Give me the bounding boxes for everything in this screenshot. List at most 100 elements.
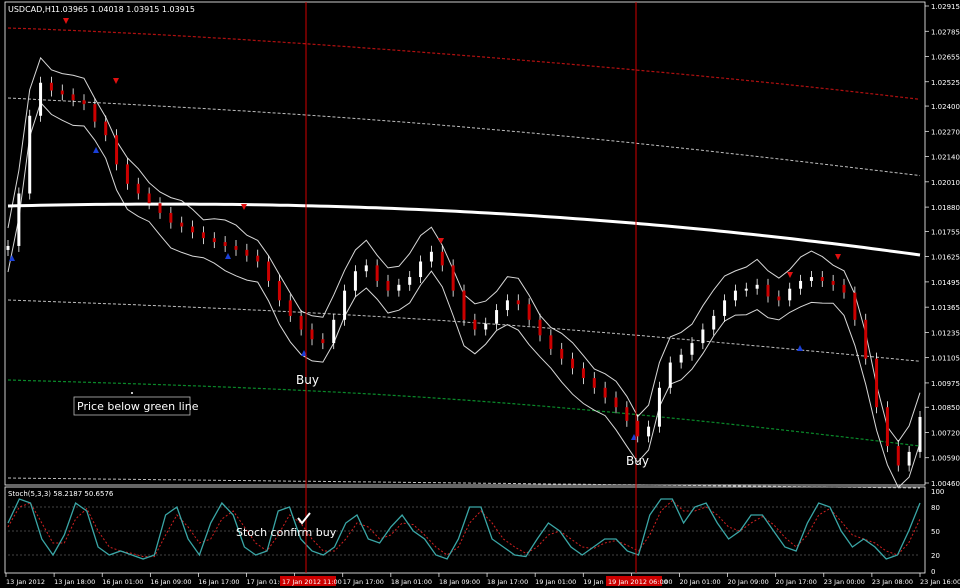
candle-body (49, 82, 53, 91)
price-tick-label: 1.00850 (931, 404, 960, 412)
buy-label-1: Buy (296, 373, 319, 387)
time-tick-label: 19 Jan 01:00 (535, 578, 576, 586)
price-tick-label: 1.02525 (931, 79, 960, 87)
candle-body (462, 290, 466, 320)
candle-body (419, 261, 423, 278)
ohlc-readout: 1.03965 1.04018 1.03915 1.03915 (55, 5, 195, 14)
price-axis: 1.02915 1.02785 1.02655 1.02525 1.02400 1.022… (925, 3, 960, 488)
candle-body (581, 368, 585, 379)
candle-body (690, 343, 694, 355)
candle-body (505, 300, 509, 311)
candle-body (809, 277, 813, 281)
price-tick-label: 1.00975 (931, 380, 960, 388)
candle-body (158, 203, 162, 213)
candle-body (766, 284, 770, 297)
stoch-tick-label: 50 (931, 528, 940, 536)
time-tick-label: 20 Jan 09:00 (728, 578, 769, 586)
candle-body (875, 358, 879, 408)
price-tick-label: 1.02400 (931, 103, 960, 111)
candle-body (516, 300, 520, 305)
candle-body (125, 164, 129, 184)
candle-body (115, 135, 119, 165)
candle-body (28, 115, 32, 194)
price-tick-label: 1.01365 (931, 304, 960, 312)
price-tick-label: 1.00590 (931, 455, 960, 463)
candle-body (343, 290, 347, 320)
time-tick-label: 18 Jan 01:00 (391, 578, 432, 586)
stoch-tick-label: 0 (931, 568, 935, 576)
candle-body (733, 290, 737, 301)
candle-body (820, 277, 824, 281)
candle-body (408, 277, 412, 285)
price-tick-label: 1.02140 (931, 154, 960, 162)
time-tick-label: 23 Jan 08:00 (872, 578, 913, 586)
price-tick-label: 1.01880 (931, 204, 960, 212)
candle-body (744, 288, 748, 291)
candle-body (6, 245, 10, 250)
candle-body (353, 271, 357, 291)
price-tick-label: 1.01755 (931, 228, 960, 236)
candle-body (657, 387, 661, 427)
candle-body (831, 280, 835, 285)
candle-body (777, 296, 781, 301)
candle-body (451, 265, 455, 291)
time-axis: 13 Jan 2012 13 Jan 18:00 16 Jan 01:00 16 Ja… (5, 573, 960, 586)
stoch-tick-label: 20 (931, 552, 940, 560)
candle-body (267, 261, 271, 281)
candle-body (169, 212, 173, 223)
stoch-confirm-label: Stoch confirm buy (236, 526, 337, 539)
candle-body (712, 315, 716, 330)
stoch-title: Stoch(5,3,3) 58.2187 50.6576 (8, 490, 114, 498)
price-below-label: Price below green line (77, 400, 199, 413)
candle-body (755, 284, 759, 289)
price-tick-label: 1.01235 (931, 329, 960, 337)
candle-body (364, 265, 368, 272)
time-tick-label: 17 Jan 17:00 (343, 578, 384, 586)
candle-body (625, 407, 629, 421)
candle-body (147, 193, 151, 204)
time-tick-label: 20 Jan 01:00 (679, 578, 720, 586)
marker-dot (131, 392, 133, 394)
buy-label-2: Buy (626, 454, 649, 468)
candle-body (277, 280, 281, 301)
candle-body (495, 310, 499, 324)
candle-body (592, 378, 596, 388)
candle-body (885, 407, 889, 447)
time-tick-label: 13 Jan 18:00 (54, 578, 95, 586)
candle-body (918, 416, 922, 452)
price-tick-label: 1.00720 (931, 429, 960, 437)
time-tick-label: 20 Jan 17:00 (776, 578, 817, 586)
candle-body (299, 315, 303, 330)
candle-body (180, 222, 184, 227)
time-tick-label: 23 Jan 00:00 (824, 578, 865, 586)
candle-body (201, 232, 205, 239)
candle-body (93, 104, 97, 122)
candle-body (614, 397, 618, 408)
candle-body (647, 426, 651, 437)
time-tick-label: 16 Jan 01:00 (102, 578, 143, 586)
candle-body (440, 251, 444, 266)
candle-body (136, 183, 140, 194)
candle-body (853, 292, 857, 320)
candle-body (484, 323, 488, 330)
candle-body (386, 280, 390, 291)
candle-body (332, 319, 336, 344)
candle-body (679, 354, 683, 363)
price-chart[interactable]: USDCAD,H1 1.03965 1.04018 1.03915 1.0391… (0, 0, 960, 588)
time-tick-label: 23 Jan 16:00 (920, 578, 960, 586)
candle-body (896, 446, 900, 466)
candle-body (636, 420, 640, 437)
time-tick-label: 18 Jan 09:00 (439, 578, 480, 586)
candle-body (603, 387, 607, 398)
stoch-subwindow-frame (4, 486, 926, 574)
stoch-axis: 100 80 50 20 0 (931, 488, 944, 576)
candle-body (245, 249, 249, 256)
price-tick-label: 1.02010 (931, 179, 960, 187)
candle-body (788, 288, 792, 301)
candle-body (473, 319, 477, 330)
candle-body (723, 300, 727, 316)
candle-body (60, 90, 64, 95)
price-tick-label: 1.01625 (931, 254, 960, 262)
candle-body (321, 339, 325, 344)
time-tick-label: 16 Jan 09:00 (150, 578, 191, 586)
